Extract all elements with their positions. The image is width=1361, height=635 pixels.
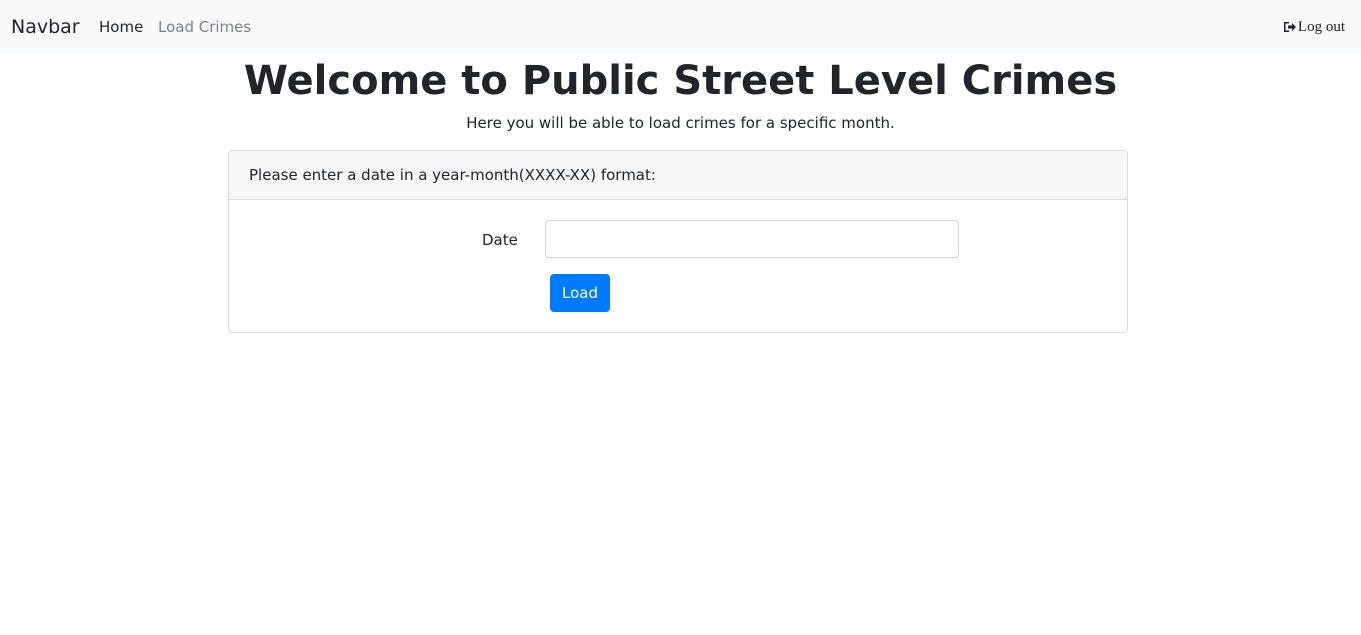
page-title: Welcome to Public Street Level Crimes (243, 58, 1118, 104)
load-button[interactable]: Load (550, 274, 610, 312)
card-header: Please enter a date in a year-month(XXXX… (229, 151, 1127, 200)
logout-label: Log out (1297, 19, 1345, 35)
nav-link-load-crimes[interactable]: Load Crimes (158, 16, 251, 38)
navbar: Navbar Home Load Crimes Log out (0, 0, 1361, 54)
nav-link-home[interactable]: Home (99, 16, 143, 38)
navbar-brand[interactable]: Navbar (11, 14, 80, 40)
date-label: Date (482, 231, 518, 249)
logout-link[interactable]: Log out (1283, 17, 1345, 37)
sign-out-icon (1283, 22, 1296, 32)
date-form-card: Please enter a date in a year-month(XXXX… (228, 150, 1128, 333)
date-input[interactable] (545, 220, 959, 258)
page-subtitle: Here you will be able to load crimes for… (466, 114, 895, 132)
